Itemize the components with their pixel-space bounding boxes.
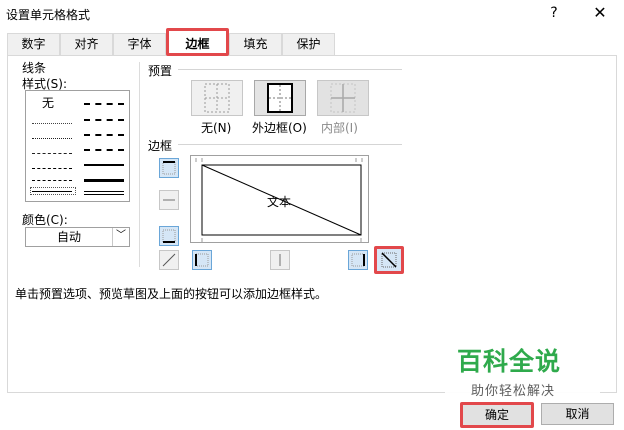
preset-outline-icon bbox=[267, 83, 293, 113]
tab-fill[interactable]: 填充 bbox=[229, 33, 282, 55]
line-group-label: 线条 bbox=[22, 61, 47, 75]
line-style-thin[interactable] bbox=[32, 191, 72, 192]
border-right-button[interactable] bbox=[348, 250, 368, 270]
line-style-dash-dot[interactable] bbox=[32, 168, 72, 169]
tab-number[interactable]: 数字 bbox=[7, 33, 60, 55]
hint-text: 单击预置选项、预览草图及上面的按钮可以添加边框样式。 bbox=[15, 287, 328, 301]
border-bottom-button[interactable] bbox=[159, 226, 179, 246]
cancel-button[interactable]: 取消 bbox=[541, 403, 614, 425]
line-style-medium[interactable] bbox=[84, 164, 124, 166]
border-inner-horizontal-button[interactable] bbox=[159, 190, 179, 210]
line-style-hair[interactable] bbox=[32, 123, 72, 124]
watermark: 百科全说 助你轻松解决 bbox=[445, 340, 600, 402]
border-bottom-icon bbox=[162, 229, 176, 243]
close-button[interactable]: ✕ bbox=[586, 2, 614, 24]
border-inner-vertical-icon bbox=[279, 254, 281, 266]
watermark-subtitle: 助你轻松解决 bbox=[471, 384, 556, 399]
color-select[interactable]: 自动 ﹀ bbox=[25, 227, 130, 247]
preset-separator bbox=[178, 69, 402, 70]
border-left-icon bbox=[195, 253, 209, 267]
border-label: 边框 bbox=[148, 139, 173, 153]
preset-none-label: 无(N) bbox=[201, 121, 232, 135]
preset-outline-button[interactable] bbox=[254, 80, 306, 116]
line-style-double[interactable] bbox=[84, 191, 124, 195]
watermark-title: 百科全说 bbox=[457, 347, 562, 376]
line-style-list[interactable]: 无 bbox=[25, 90, 130, 202]
preset-inside-button[interactable] bbox=[317, 80, 369, 116]
line-style-dotted[interactable] bbox=[32, 138, 72, 139]
color-value: 自动 bbox=[56, 230, 81, 244]
border-right-icon bbox=[351, 253, 365, 267]
line-style-dashed[interactable] bbox=[32, 180, 72, 181]
line-style-dash-dot-dot[interactable] bbox=[32, 153, 72, 154]
preset-label: 预置 bbox=[148, 64, 173, 78]
preset-outline-label: 外边框(O) bbox=[252, 121, 307, 135]
preset-none-icon bbox=[204, 83, 230, 113]
window-title: 设置单元格格式 bbox=[6, 8, 91, 22]
tab-border[interactable]: 边框 bbox=[166, 28, 229, 56]
help-button[interactable]: ? bbox=[543, 2, 565, 24]
chevron-down-icon[interactable]: ﹀ bbox=[112, 228, 129, 246]
line-style-medium-dash-dot-dot[interactable] bbox=[84, 103, 124, 105]
tab-font[interactable]: 字体 bbox=[113, 33, 166, 55]
line-style-slant-dash-dot[interactable] bbox=[84, 119, 124, 121]
tab-protection[interactable]: 保护 bbox=[282, 33, 335, 55]
border-inner-vertical-button[interactable] bbox=[270, 250, 290, 270]
preset-none-button[interactable] bbox=[191, 80, 243, 116]
diagonal-down-icon bbox=[381, 252, 397, 268]
border-top-button[interactable] bbox=[159, 158, 179, 178]
preset-inside-label: 内部(I) bbox=[321, 121, 358, 135]
title-bar: 设置单元格格式 ? ✕ bbox=[0, 0, 624, 28]
border-preview[interactable]: 文本 bbox=[190, 155, 369, 243]
border-left-button[interactable] bbox=[192, 250, 212, 270]
border-diagonal-down-button[interactable] bbox=[374, 246, 404, 274]
preview-text: 文本 bbox=[267, 195, 292, 209]
diagonal-up-icon bbox=[162, 253, 176, 267]
tab-alignment[interactable]: 对齐 bbox=[60, 33, 113, 55]
border-diagonal-up-button[interactable] bbox=[159, 250, 179, 270]
border-inner-horizontal-icon bbox=[163, 199, 175, 201]
preset-inside-icon bbox=[330, 83, 356, 113]
line-style-medium-dashed[interactable] bbox=[84, 149, 124, 151]
border-separator bbox=[178, 144, 402, 145]
line-style-none[interactable]: 无 bbox=[42, 94, 54, 111]
ok-button[interactable]: 确定 bbox=[460, 402, 534, 428]
line-style-medium-dash-dot[interactable] bbox=[84, 134, 124, 136]
color-label: 颜色(C): bbox=[22, 213, 68, 227]
line-style-thick[interactable] bbox=[84, 179, 124, 182]
border-top-icon bbox=[162, 161, 176, 175]
group-divider bbox=[139, 62, 140, 267]
